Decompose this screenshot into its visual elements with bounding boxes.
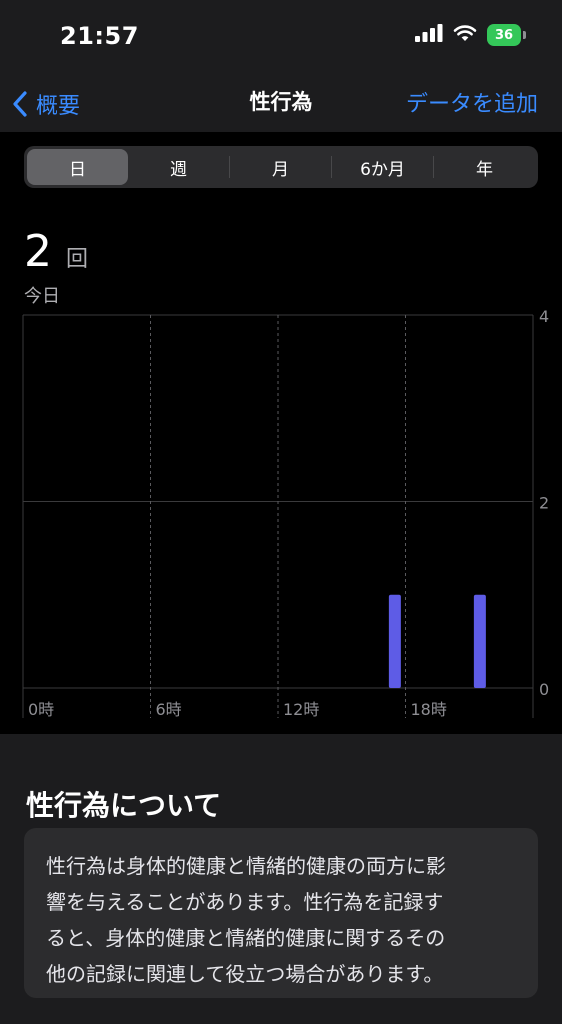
x-tick-label: 12時	[283, 700, 319, 719]
data-bar	[388, 594, 401, 688]
status-bar: 21:57 36	[0, 0, 562, 76]
about-line: 他の記録に関連して役立つ場合があります。	[46, 962, 444, 986]
summary-unit: 回	[66, 247, 89, 272]
navigation-bar: 概要 性行為 データを追加	[0, 76, 562, 132]
segment-week[interactable]: 週	[128, 149, 229, 185]
about-description: 性行為は身体的健康と情緒的健康の両方に影 響を与えることがあります。性行為を記録…	[46, 848, 516, 992]
about-title: 性行為について	[26, 789, 222, 822]
daily-bar-chart[interactable]: 0時 6時 12時 18時 4 2 0	[0, 300, 562, 730]
x-tick-label: 0時	[28, 700, 54, 719]
status-icons: 36	[415, 24, 526, 46]
about-card: 性行為は身体的健康と情緒的健康の両方に影 響を与えることがあります。性行為を記録…	[24, 828, 538, 998]
data-bar	[473, 594, 486, 688]
add-data-button[interactable]: データを追加	[406, 86, 538, 118]
signal-icon	[415, 24, 443, 46]
time-range-segmented-control: 日 週 月 6か月 年	[24, 146, 538, 188]
about-line: 響を与えることがあります。性行為を記録す	[46, 890, 444, 914]
wifi-icon	[453, 24, 477, 46]
y-tick-label: 4	[539, 307, 549, 326]
about-line: 性行為は身体的健康と情緒的健康の両方に影	[46, 854, 446, 878]
about-line: ると、身体的健康と情緒的健康に関するその	[46, 926, 446, 950]
chevron-left-icon	[13, 91, 27, 117]
x-tick-label: 6時	[156, 700, 182, 719]
status-time: 21:57	[60, 22, 139, 50]
summary-value: 2 回	[24, 226, 88, 277]
battery-level: 36	[487, 24, 521, 46]
segment-day[interactable]: 日	[27, 149, 128, 185]
y-tick-label: 0	[539, 680, 549, 699]
back-button[interactable]: 概要	[12, 84, 80, 124]
battery-icon: 36	[487, 24, 526, 46]
about-section: 性行為について 性行為は身体的健康と情緒的健康の両方に影 響を与えることがありま…	[0, 734, 562, 1024]
back-label: 概要	[36, 94, 81, 119]
y-tick-label: 2	[539, 494, 549, 513]
segment-month[interactable]: 月	[230, 149, 331, 185]
summary-count: 2	[24, 226, 52, 277]
x-tick-label: 18時	[411, 700, 447, 719]
segment-year[interactable]: 年	[434, 149, 535, 185]
segment-6-months[interactable]: 6か月	[332, 149, 433, 185]
